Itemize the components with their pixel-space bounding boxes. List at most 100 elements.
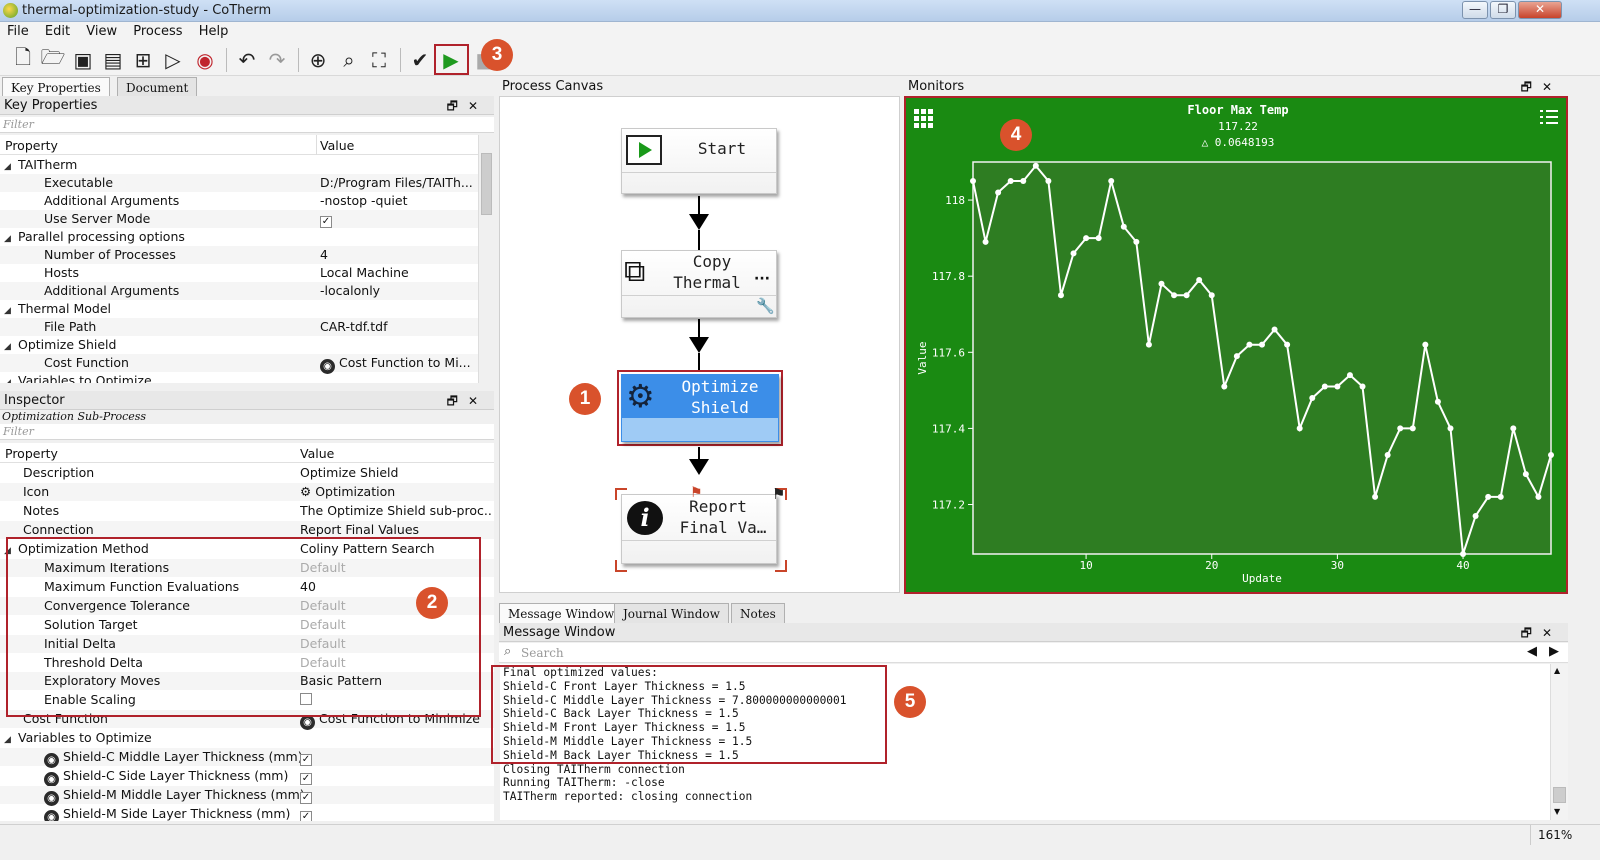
process-canvas[interactable]: Start ⧉ Copy Thermal ··· 🔧 ⚙ Optimize Sh… bbox=[499, 96, 900, 593]
panel-float-close-icons[interactable]: 🗗✕ bbox=[1521, 624, 1562, 645]
property-value[interactable]: D:/Program Files/TAITh... bbox=[320, 175, 476, 190]
search-prev-icon[interactable]: ◀ bbox=[1527, 644, 1537, 659]
copy-thermal-node[interactable]: ⧉ Copy Thermal ··· 🔧 bbox=[621, 250, 777, 318]
in-row[interactable]: ◉ Shield-M Side Layer Thickness (mm) ✓ bbox=[0, 805, 494, 821]
expand-arrow-icon[interactable]: ◢ bbox=[4, 342, 18, 352]
kp-row[interactable]: ◢ Thermal Model bbox=[0, 300, 478, 318]
kp-row[interactable]: Additional Arguments -nostop -quiet bbox=[0, 192, 478, 210]
expand-arrow-icon[interactable]: ◢ bbox=[4, 306, 18, 316]
minimize-button[interactable]: — bbox=[1462, 1, 1488, 19]
property-value[interactable]: ✓ bbox=[300, 749, 492, 767]
value-column-header[interactable]: Value bbox=[320, 138, 354, 153]
property-value[interactable]: ✓ bbox=[300, 806, 492, 821]
kp-row[interactable]: ◢ Variables to Optimize bbox=[0, 372, 478, 383]
checkbox[interactable]: ✓ bbox=[300, 792, 312, 805]
in-row[interactable]: Description Optimize Shield bbox=[0, 464, 494, 482]
kp-row[interactable]: ◢ TAITherm bbox=[0, 156, 478, 174]
value-column-header[interactable]: Value bbox=[300, 446, 334, 461]
property-value[interactable]: 4 bbox=[320, 247, 476, 262]
floor-max-temp-chart[interactable]: Floor Max Temp 117.22 △ 0.0648193 117.2 117.… bbox=[906, 98, 1566, 592]
property-value[interactable]: The Optimize Shield sub-proc... bbox=[300, 503, 492, 518]
log-line: Closing TAITherm connection bbox=[503, 762, 685, 776]
save-all-icon[interactable]: ▤ bbox=[100, 47, 126, 73]
optimize-shield-node[interactable]: ⚙ Optimize Shield bbox=[621, 374, 779, 442]
checkbox[interactable]: ✓ bbox=[320, 216, 332, 228]
new-file-icon[interactable]: 🗋 bbox=[10, 45, 36, 73]
in-row[interactable]: Notes The Optimize Shield sub-proc... bbox=[0, 502, 494, 520]
open-folder-icon[interactable]: 🗁 bbox=[40, 45, 66, 73]
menu-process[interactable]: Process bbox=[128, 22, 187, 41]
message-scrollbar[interactable]: ▲ ▼ bbox=[1550, 664, 1568, 820]
maximize-button[interactable]: ❐ bbox=[1490, 1, 1516, 19]
fit-view-icon[interactable]: ⛶ bbox=[366, 47, 392, 73]
menu-view[interactable]: View bbox=[81, 22, 122, 41]
kp-row[interactable]: Use Server Mode ✓ bbox=[0, 210, 478, 228]
start-node[interactable]: Start bbox=[621, 128, 777, 194]
data-point bbox=[1196, 276, 1203, 283]
tab-journal-window[interactable]: Journal Window bbox=[614, 603, 729, 623]
in-row[interactable]: Icon ⚙ Optimization bbox=[0, 482, 494, 501]
property-value[interactable]: ✓ bbox=[300, 787, 492, 805]
kp-row[interactable]: Executable D:/Program Files/TAITh... bbox=[0, 174, 478, 192]
menu-file[interactable]: File bbox=[2, 22, 34, 41]
property-column-header[interactable]: Property bbox=[5, 138, 58, 153]
kp-row[interactable]: Cost Function ◉ Cost Function to Mi... bbox=[0, 354, 478, 374]
run-file-icon[interactable]: ▷ bbox=[160, 47, 186, 73]
monitor-chart-panel: Floor Max Temp 117.22 △ 0.0648193 117.2 117.… bbox=[904, 96, 1568, 594]
expand-arrow-icon[interactable]: ◢ bbox=[4, 234, 18, 244]
property-label: Connection bbox=[23, 521, 94, 537]
close-window-button[interactable]: ✕ bbox=[1518, 1, 1562, 19]
in-row[interactable]: ◉ Shield-C Side Layer Thickness (mm) ✓ bbox=[0, 767, 494, 788]
undo-icon[interactable]: ↶ bbox=[234, 47, 260, 73]
property-value[interactable]: -localonly bbox=[320, 283, 476, 298]
redo-icon[interactable]: ↷ bbox=[264, 47, 290, 73]
tab-notes[interactable]: Notes bbox=[731, 603, 785, 623]
kp-row[interactable]: ◢ Optimize Shield bbox=[0, 336, 478, 354]
property-value[interactable]: Local Machine bbox=[320, 265, 476, 280]
kp-row[interactable]: File Path CAR-tdf.tdf bbox=[0, 318, 478, 336]
in-row[interactable]: ◉ Shield-M Middle Layer Thickness (mm) ✓ bbox=[0, 786, 494, 807]
search-next-icon[interactable]: ▶ bbox=[1549, 644, 1559, 659]
property-column-header[interactable]: Property bbox=[5, 446, 58, 461]
target-icon[interactable]: ⊕ bbox=[305, 47, 331, 73]
inspector-filter[interactable]: Filter bbox=[0, 424, 494, 440]
kp-row[interactable]: Additional Arguments -localonly bbox=[0, 282, 478, 300]
tab-key-properties[interactable]: Key Properties bbox=[2, 77, 110, 98]
property-value[interactable]: ✓ bbox=[300, 768, 492, 786]
menu-edit[interactable]: Edit bbox=[40, 22, 75, 41]
kp-row[interactable]: Number of Processes 4 bbox=[0, 246, 478, 264]
expand-arrow-icon[interactable]: ◢ bbox=[4, 162, 18, 172]
property-value[interactable]: ✓ bbox=[320, 211, 476, 228]
property-value[interactable]: ⚙ Optimization bbox=[300, 484, 492, 499]
key-properties-scrollbar[interactable] bbox=[478, 135, 494, 383]
more-options-icon[interactable]: ··· bbox=[754, 271, 770, 287]
validate-check-icon[interactable]: ✔ bbox=[407, 47, 433, 73]
checkbox[interactable]: ✓ bbox=[300, 754, 312, 767]
report-final-values-node[interactable]: i Report Final Va… bbox=[621, 494, 777, 564]
kp-row[interactable]: Hosts Local Machine bbox=[0, 264, 478, 282]
monitors-title: Monitors bbox=[908, 79, 965, 94]
property-value[interactable]: Optimize Shield bbox=[300, 465, 492, 480]
in-row[interactable]: ◉ Shield-C Middle Layer Thickness (mm) ✓ bbox=[0, 748, 494, 769]
kp-row[interactable]: ◢ Parallel processing options bbox=[0, 228, 478, 246]
property-value[interactable]: CAR-tdf.tdf bbox=[320, 319, 476, 334]
property-value[interactable]: -nostop -quiet bbox=[320, 193, 476, 208]
tab-document[interactable]: Document bbox=[117, 77, 198, 97]
save-icon[interactable]: ▣ bbox=[70, 47, 96, 73]
key-properties-filter[interactable]: Filter bbox=[0, 117, 494, 133]
record-icon[interactable]: ◉ bbox=[192, 47, 218, 73]
checkbox[interactable]: ✓ bbox=[300, 811, 312, 821]
checkbox[interactable]: ✓ bbox=[300, 773, 312, 786]
menu-help[interactable]: Help bbox=[194, 22, 234, 41]
property-value[interactable]: Report Final Values bbox=[300, 522, 492, 537]
panel-float-close-icons[interactable]: 🗗✕ bbox=[447, 97, 488, 118]
wrench-icon[interactable]: 🔧 bbox=[756, 297, 775, 315]
expand-arrow-icon[interactable]: ◢ bbox=[4, 735, 18, 745]
expand-arrow-icon[interactable]: ◢ bbox=[4, 378, 18, 383]
plot-area bbox=[972, 161, 1552, 555]
zoom-select-icon[interactable]: ⌕ bbox=[336, 47, 362, 73]
in-row[interactable]: ◢ Variables to Optimize bbox=[0, 729, 494, 747]
layout-icon[interactable]: ⊞ bbox=[130, 47, 156, 73]
message-search-input[interactable]: Search bbox=[521, 646, 564, 660]
tab-message-window[interactable]: Message Window bbox=[499, 603, 624, 624]
